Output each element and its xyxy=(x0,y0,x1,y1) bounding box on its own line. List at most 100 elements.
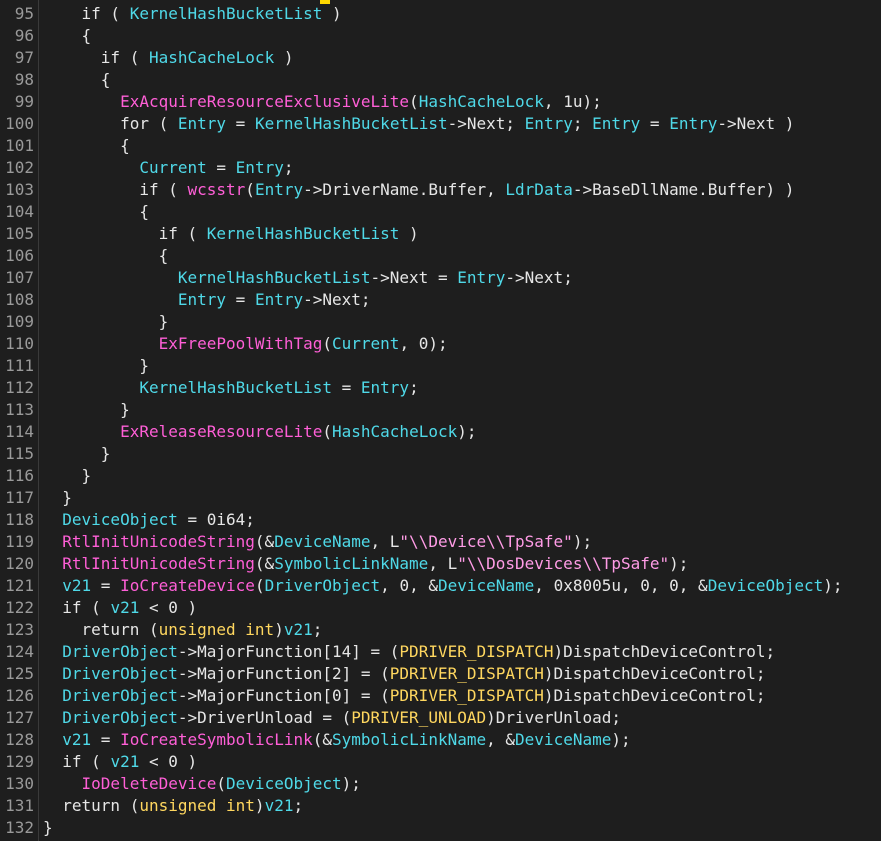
code-content[interactable]: DriverObject->MajorFunction[14] = (PDRIV… xyxy=(43,642,775,661)
code-line[interactable]: 114 ExReleaseResourceLite(HashCacheLock)… xyxy=(0,421,881,443)
code-content[interactable]: Current = Entry; xyxy=(43,158,293,177)
identifier[interactable]: v21 xyxy=(62,576,91,595)
identifier[interactable]: DeviceName xyxy=(515,730,611,749)
code-content[interactable]: KernelHashBucketList = Entry; xyxy=(43,378,418,397)
code-line[interactable]: 97 if ( HashCacheLock ) xyxy=(0,47,881,69)
code-content[interactable]: RtlInitUnicodeString(&SymbolicLinkName, … xyxy=(43,554,688,573)
function-name[interactable]: RtlInitUnicodeString xyxy=(62,532,255,551)
code-line[interactable]: 128 v21 = IoCreateSymbolicLink(&Symbolic… xyxy=(0,729,881,751)
code-line[interactable]: 96 { xyxy=(0,25,881,47)
code-content[interactable]: Entry = Entry->Next; xyxy=(43,290,371,309)
identifier[interactable]: Entry xyxy=(592,114,640,133)
type-name[interactable]: PDRIVER_DISPATCH xyxy=(399,642,553,661)
code-content[interactable]: if ( HashCacheLock ) xyxy=(43,48,294,67)
code-line[interactable]: 121 v21 = IoCreateDevice(DriverObject, 0… xyxy=(0,575,881,597)
code-line[interactable]: 111 } xyxy=(0,355,881,377)
type-name[interactable]: PDRIVER_DISPATCH xyxy=(390,686,544,705)
identifier[interactable]: Entry xyxy=(525,114,573,133)
identifier[interactable]: Current xyxy=(332,334,399,353)
function-name[interactable]: ExReleaseResourceLite xyxy=(120,422,322,441)
identifier[interactable]: DriverObject xyxy=(62,642,178,661)
code-line[interactable]: 106 { xyxy=(0,245,881,267)
identifier[interactable]: DriverObject xyxy=(62,664,178,683)
identifier[interactable]: SymbolicLinkName xyxy=(332,730,486,749)
identifier[interactable]: Current xyxy=(139,158,206,177)
code-line[interactable]: 113 } xyxy=(0,399,881,421)
identifier[interactable]: Entry xyxy=(669,114,717,133)
identifier[interactable]: Entry xyxy=(457,268,505,287)
code-line[interactable]: 117 } xyxy=(0,487,881,509)
code-line[interactable]: 126 DriverObject->MajorFunction[0] = (PD… xyxy=(0,685,881,707)
code-content[interactable]: RtlInitUnicodeString(&DeviceName, L"\\De… xyxy=(43,532,592,551)
code-content[interactable]: } xyxy=(43,444,111,463)
code-line[interactable]: 98 { xyxy=(0,69,881,91)
identifier[interactable]: v21 xyxy=(110,752,139,771)
identifier[interactable]: KernelHashBucketList xyxy=(139,378,332,397)
code-line[interactable]: 123 return (unsigned int)v21; xyxy=(0,619,881,641)
identifier[interactable]: v21 xyxy=(284,620,313,639)
code-line[interactable]: 124 DriverObject->MajorFunction[14] = (P… xyxy=(0,641,881,663)
code-content[interactable]: { xyxy=(43,26,92,45)
code-content[interactable]: for ( Entry = KernelHashBucketList->Next… xyxy=(43,114,794,133)
code-content[interactable]: DeviceObject = 0i64; xyxy=(43,510,255,529)
code-line[interactable]: 103 if ( wcsstr(Entry->DriverName.Buffer… xyxy=(0,179,881,201)
identifier[interactable]: Entry xyxy=(236,158,284,177)
code-content[interactable]: ExReleaseResourceLite(HashCacheLock); xyxy=(43,422,476,441)
code-content[interactable]: ExFreePoolWithTag(Current, 0); xyxy=(43,334,448,353)
code-content[interactable]: } xyxy=(43,818,53,837)
code-line[interactable]: 105 if ( KernelHashBucketList ) xyxy=(0,223,881,245)
identifier[interactable]: Entry xyxy=(255,180,303,199)
code-line[interactable]: 109 } xyxy=(0,311,881,333)
code-content[interactable]: if ( v21 < 0 ) xyxy=(43,752,197,771)
identifier[interactable]: LdrData xyxy=(505,180,572,199)
code-content[interactable]: } xyxy=(43,400,130,419)
identifier[interactable]: Entry xyxy=(361,378,409,397)
code-line[interactable]: 100 for ( Entry = KernelHashBucketList->… xyxy=(0,113,881,135)
code-content[interactable]: } xyxy=(43,312,169,331)
identifier[interactable]: DriverObject xyxy=(62,708,178,727)
function-name[interactable]: IoDeleteDevice xyxy=(82,774,217,793)
code-content[interactable]: } xyxy=(43,466,92,485)
type-name[interactable]: PDRIVER_DISPATCH xyxy=(390,664,544,683)
code-line[interactable]: 101 { xyxy=(0,135,881,157)
identifier[interactable]: HashCacheLock xyxy=(332,422,457,441)
code-line[interactable]: 119 RtlInitUnicodeString(&DeviceName, L"… xyxy=(0,531,881,553)
code-line[interactable]: 122 if ( v21 < 0 ) xyxy=(0,597,881,619)
code-content[interactable]: if ( wcsstr(Entry->DriverName.Buffer, Ld… xyxy=(43,180,794,199)
code-line[interactable]: 118 DeviceObject = 0i64; xyxy=(0,509,881,531)
code-content[interactable]: DriverObject->MajorFunction[2] = (PDRIVE… xyxy=(43,664,765,683)
code-content[interactable]: if ( KernelHashBucketList ) xyxy=(43,4,342,23)
code-content[interactable]: { xyxy=(43,202,149,221)
type-name[interactable]: unsigned int xyxy=(159,620,275,639)
code-content[interactable]: return (unsigned int)v21; xyxy=(43,796,303,815)
identifier[interactable]: Entry xyxy=(178,290,226,309)
identifier[interactable]: KernelHashBucketList xyxy=(130,4,323,23)
type-name[interactable]: unsigned int xyxy=(139,796,255,815)
code-content[interactable]: { xyxy=(43,136,130,155)
identifier[interactable]: HashCacheLock xyxy=(149,48,274,67)
code-line[interactable]: 131 return (unsigned int)v21; xyxy=(0,795,881,817)
function-name[interactable]: ExAcquireResourceExclusiveLite xyxy=(120,92,409,111)
code-line[interactable]: 108 Entry = Entry->Next; xyxy=(0,289,881,311)
code-content[interactable]: DriverObject->MajorFunction[0] = (PDRIVE… xyxy=(43,686,765,705)
code-line[interactable]: 110 ExFreePoolWithTag(Current, 0); xyxy=(0,333,881,355)
code-line[interactable]: 129 if ( v21 < 0 ) xyxy=(0,751,881,773)
identifier[interactable]: v21 xyxy=(62,730,91,749)
identifier[interactable]: DriverObject xyxy=(62,686,178,705)
code-content[interactable]: DriverObject->DriverUnload = (PDRIVER_UN… xyxy=(43,708,621,727)
code-content[interactable]: ExAcquireResourceExclusiveLite(HashCache… xyxy=(43,92,602,111)
code-line[interactable]: 125 DriverObject->MajorFunction[2] = (PD… xyxy=(0,663,881,685)
code-line[interactable]: 120 RtlInitUnicodeString(&SymbolicLinkNa… xyxy=(0,553,881,575)
code-content[interactable]: KernelHashBucketList->Next = Entry->Next… xyxy=(43,268,573,287)
code-line[interactable]: 130 IoDeleteDevice(DeviceObject); xyxy=(0,773,881,795)
identifier[interactable]: DeviceName xyxy=(438,576,534,595)
code-content[interactable]: if ( KernelHashBucketList ) xyxy=(43,224,419,243)
identifier[interactable]: HashCacheLock xyxy=(419,92,544,111)
code-line[interactable]: 102 Current = Entry; xyxy=(0,157,881,179)
identifier[interactable]: DriverObject xyxy=(265,576,381,595)
code-content[interactable]: } xyxy=(43,488,72,507)
identifier[interactable]: Entry xyxy=(255,290,303,309)
code-content[interactable]: return (unsigned int)v21; xyxy=(43,620,323,639)
identifier[interactable]: DeviceObject xyxy=(226,774,342,793)
code-line[interactable]: 115 } xyxy=(0,443,881,465)
